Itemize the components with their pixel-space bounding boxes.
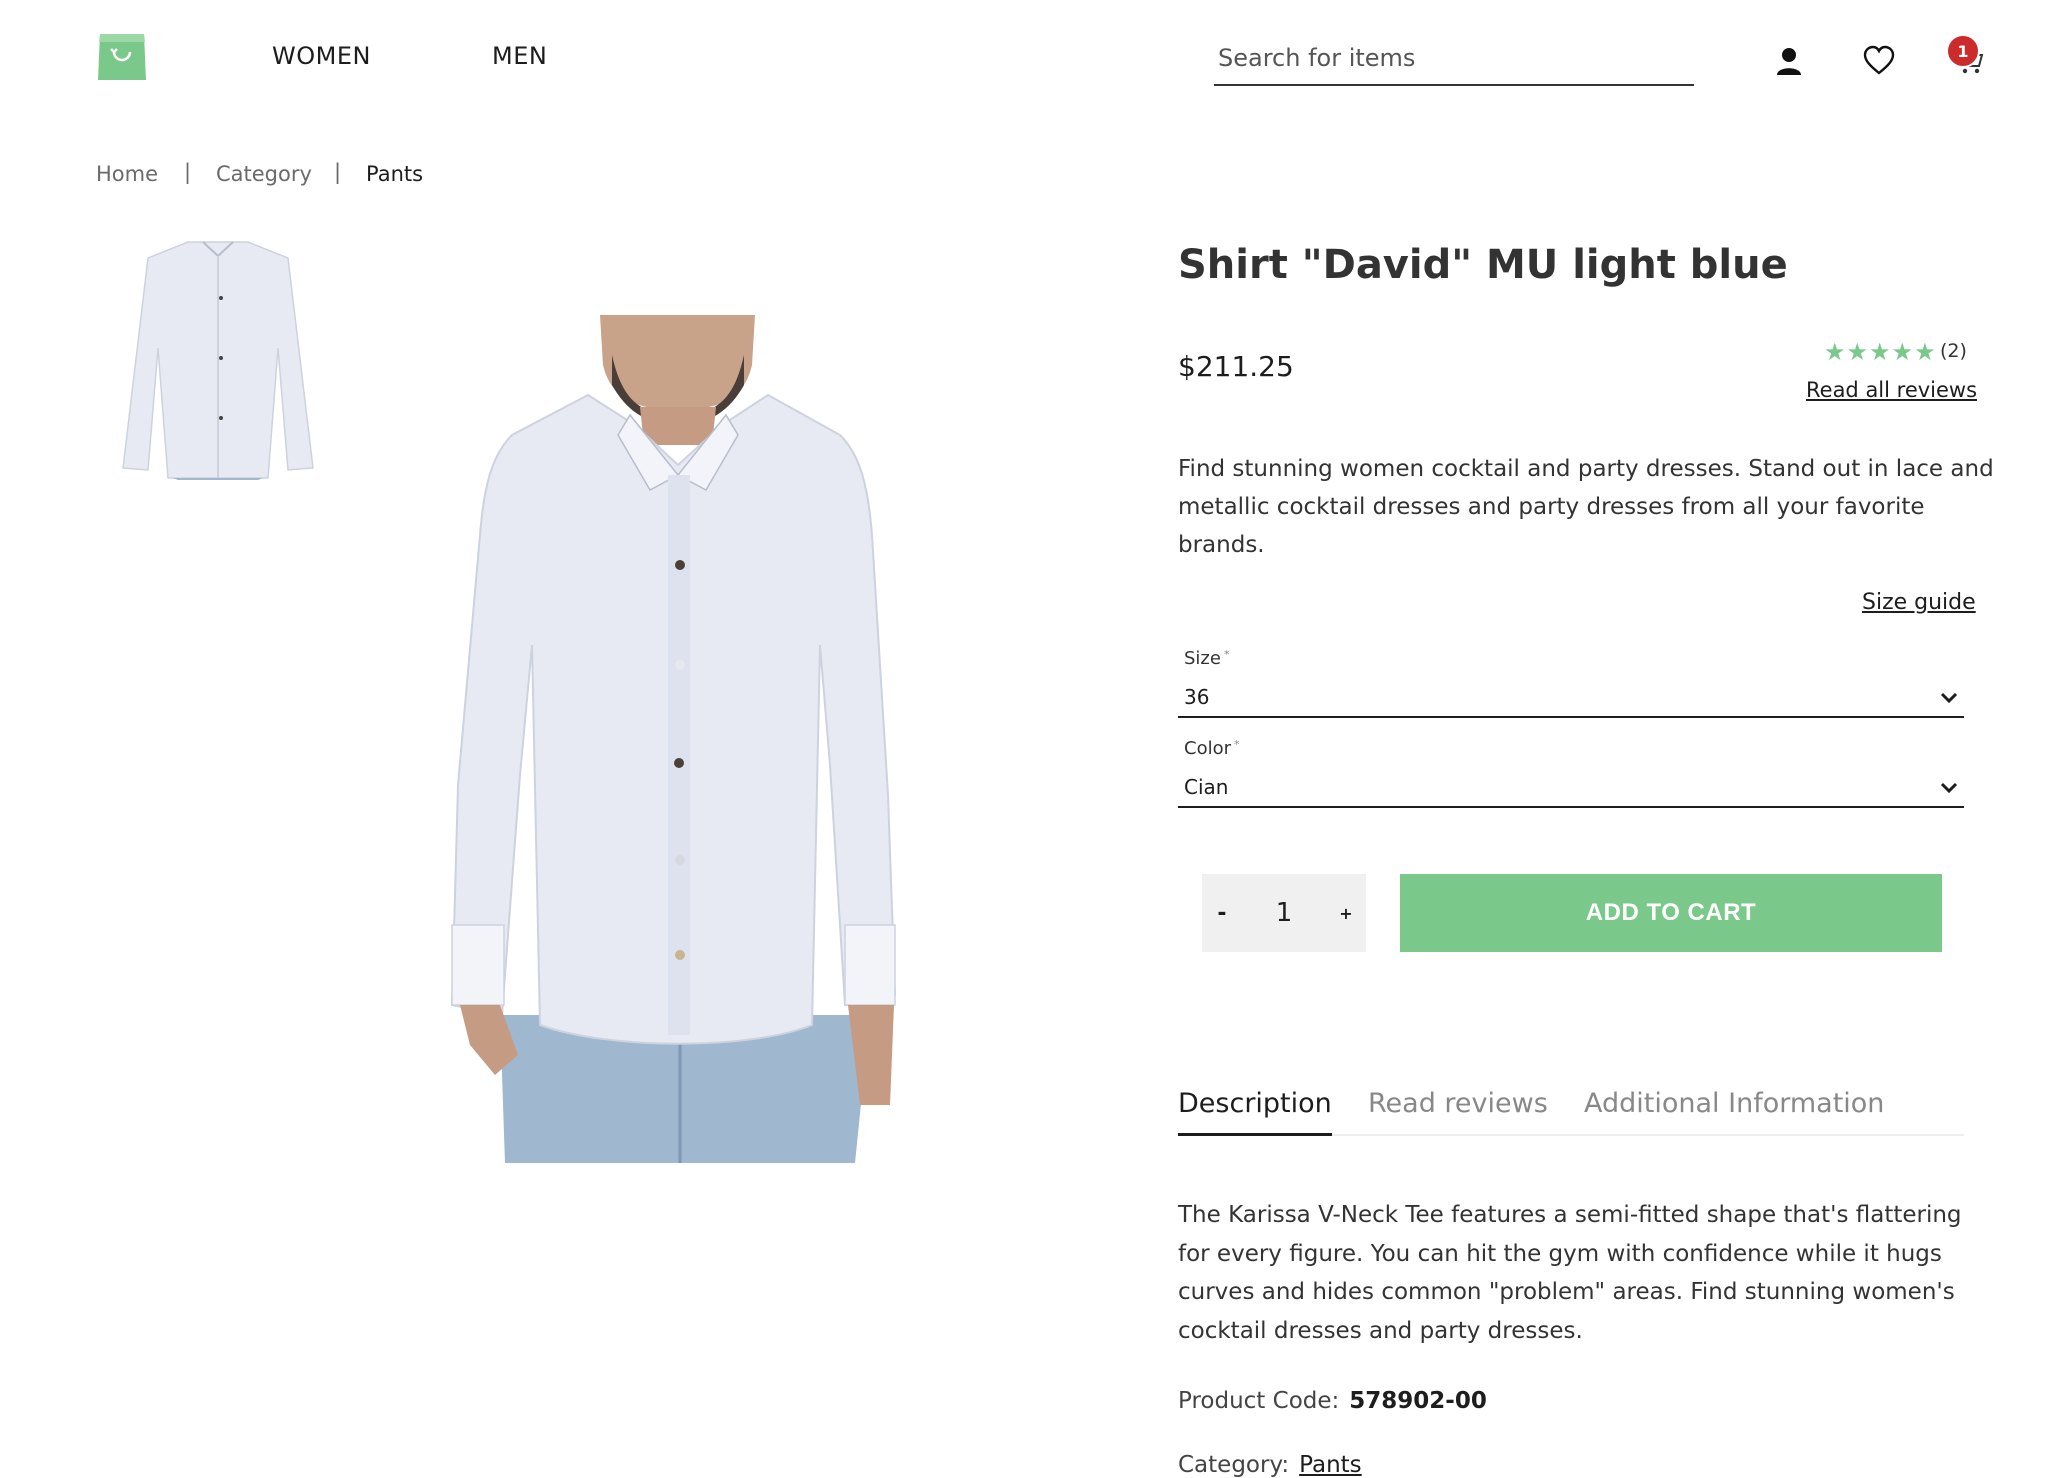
nav-women[interactable]: WOMEN (272, 42, 371, 70)
search-bar[interactable] (1214, 38, 1702, 86)
category-row: Category: Pants (1178, 1452, 1362, 1478)
product-short-description: Find stunning women cocktail and party d… (1178, 456, 1994, 558)
add-to-cart-button[interactable]: ADD TO CART (1400, 874, 1942, 952)
size-select[interactable]: 36 (1178, 678, 1964, 718)
product-thumbnail[interactable] (118, 238, 318, 480)
color-label: Color * (1184, 738, 1240, 759)
product-code-value: 578902-00 (1349, 1388, 1487, 1414)
product-long-description: The Karissa V-Neck Tee features a semi-f… (1178, 1202, 1962, 1344)
product-price: $211.25 (1178, 350, 1294, 383)
account-button[interactable] (1772, 44, 1806, 78)
product-code-label: Product Code: (1178, 1388, 1340, 1414)
logo[interactable] (96, 32, 148, 82)
category-label: Category: (1178, 1452, 1290, 1478)
cart-count-badge: 1 (1946, 34, 1980, 68)
wishlist-button[interactable] (1862, 44, 1896, 78)
tab-description[interactable]: Description (1178, 1088, 1332, 1136)
shirt-photo (450, 315, 897, 1163)
breadcrumb-separator: | (184, 160, 192, 184)
user-icon (1777, 48, 1801, 75)
read-all-reviews-link[interactable]: Read all reviews (1806, 378, 1977, 402)
breadcrumb-separator: | (334, 160, 342, 184)
product-main-image (400, 315, 940, 1163)
required-mark: * (1234, 738, 1240, 751)
color-select[interactable]: Cian (1178, 768, 1964, 808)
chevron-down-icon (1940, 692, 1958, 704)
size-guide-link[interactable]: Size guide (1862, 590, 1976, 615)
product-title: Shirt "David" MU light blue (1178, 242, 1788, 288)
heart-icon (1863, 45, 1895, 75)
chevron-down-icon (1940, 782, 1958, 794)
nav-men[interactable]: MEN (492, 42, 547, 70)
breadcrumb-current: Pants (366, 162, 424, 186)
size-label-text: Size (1184, 648, 1221, 669)
shopping-bag-logo-icon (98, 34, 146, 80)
qty-decrement-button[interactable]: - (1202, 901, 1242, 926)
quantity-stepper[interactable]: - 1 + (1202, 874, 1366, 952)
breadcrumb-category[interactable]: Category (216, 162, 312, 186)
qty-increment-button[interactable]: + (1326, 904, 1366, 923)
product-code-row: Product Code: 578902-00 (1178, 1388, 1487, 1414)
qty-value[interactable]: 1 (1276, 898, 1293, 928)
color-label-text: Color (1184, 738, 1231, 759)
rating-stars-icon: ★★★★★ (1824, 338, 1937, 366)
tab-additional-information[interactable]: Additional Information (1584, 1088, 1884, 1133)
review-count: (2) (1940, 340, 1967, 362)
tab-read-reviews[interactable]: Read reviews (1368, 1088, 1548, 1133)
breadcrumb-home[interactable]: Home (96, 162, 158, 186)
color-value: Cian (1184, 775, 1229, 799)
shirt-thumbnail-image (118, 238, 318, 480)
category-link[interactable]: Pants (1299, 1452, 1362, 1478)
size-label: Size * (1184, 648, 1229, 669)
size-value: 36 (1184, 685, 1210, 709)
search-input[interactable] (1214, 38, 1702, 78)
required-mark: * (1223, 648, 1230, 661)
